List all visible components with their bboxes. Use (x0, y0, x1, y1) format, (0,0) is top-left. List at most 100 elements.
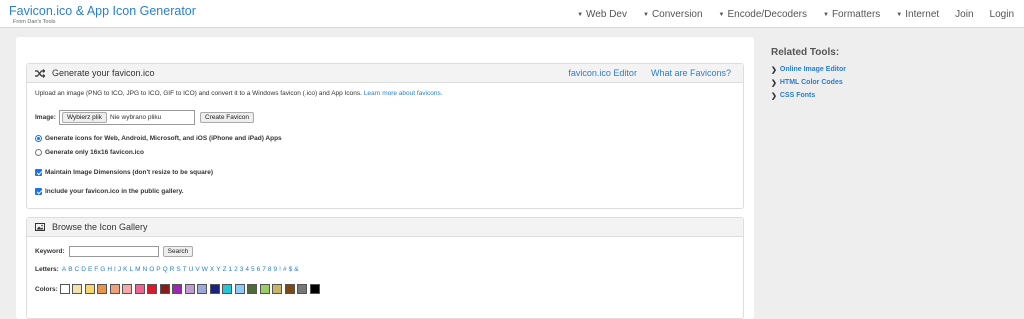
related-html-color-codes[interactable]: ❯ HTML Color Codes (771, 76, 846, 89)
choose-file-button[interactable]: Wybierz plik (61, 112, 107, 123)
letter-link[interactable]: I (114, 266, 116, 273)
color-swatch[interactable] (147, 284, 158, 294)
color-swatch[interactable] (284, 284, 295, 294)
site-subtitle: From Dan's Tools (13, 19, 56, 25)
letter-link[interactable]: 7 (262, 266, 266, 273)
related-tools: Related Tools: ❯ Online Image Editor ❯ HTM… (771, 47, 846, 102)
image-icon (35, 222, 45, 232)
letter-link[interactable]: K (123, 266, 127, 273)
related-online-image-editor[interactable]: ❯ Online Image Editor (771, 63, 846, 76)
letter-link[interactable]: U (189, 266, 194, 273)
color-swatch[interactable] (209, 284, 220, 294)
shuffle-icon (35, 68, 45, 78)
generate-panel-header: Generate your favicon.ico favicon.ico Ed… (27, 64, 743, 83)
join-link[interactable]: Join (955, 9, 973, 20)
public-gallery-option[interactable]: Include your favicon.ico in the public g… (35, 188, 184, 195)
maintain-dimensions-option[interactable]: Maintain Image Dimensions (don't resize … (35, 169, 213, 176)
letter-link[interactable]: 3 (240, 266, 244, 273)
caret-down-icon: ▼ (577, 11, 584, 18)
letter-link[interactable]: B (68, 266, 72, 273)
site-title-link[interactable]: Favicon.ico & App Icon Generator (9, 4, 196, 18)
letter-link[interactable]: W (202, 266, 208, 273)
letter-link[interactable]: 5 (251, 266, 255, 273)
letter-link[interactable]: X (210, 266, 214, 273)
letter-link[interactable]: V (195, 266, 199, 273)
color-swatch[interactable] (134, 284, 145, 294)
learn-more-link[interactable]: Learn more about favicons. (364, 90, 443, 97)
chevron-right-icon: ❯ (771, 92, 777, 100)
color-swatch[interactable] (97, 284, 108, 294)
maintain-dimensions-checkbox[interactable] (35, 169, 42, 176)
letter-link[interactable]: Y (216, 266, 220, 273)
image-label: Image: (35, 114, 56, 121)
letter-link[interactable]: G (100, 266, 105, 273)
keyword-input[interactable] (68, 246, 159, 257)
file-input[interactable]: Wybierz plik Nie wybrano pliku (58, 110, 195, 125)
login-link[interactable]: Login (990, 9, 1014, 20)
color-swatch[interactable] (184, 284, 195, 294)
letter-link[interactable]: A (62, 266, 66, 273)
letter-link[interactable]: M (135, 266, 140, 273)
browse-heading: Browse the Icon Gallery (52, 222, 148, 232)
color-swatch[interactable] (72, 284, 83, 294)
letter-link[interactable]: 8 (268, 266, 272, 273)
color-swatch[interactable] (172, 284, 183, 294)
nav-web-dev[interactable]: ▼ Web Dev (577, 9, 627, 20)
letter-link[interactable]: Z (223, 266, 227, 273)
public-gallery-checkbox[interactable] (35, 188, 42, 195)
letter-link[interactable]: 9 (274, 266, 278, 273)
color-swatch[interactable] (84, 284, 95, 294)
letter-link[interactable]: J (118, 266, 121, 273)
letter-link[interactable]: T (183, 266, 187, 273)
color-swatch[interactable] (247, 284, 258, 294)
letter-link[interactable]: S (176, 266, 180, 273)
caret-down-icon: ▼ (896, 11, 903, 18)
letter-link[interactable]: 4 (245, 266, 249, 273)
color-swatch[interactable] (309, 284, 320, 294)
top-navbar: Favicon.ico & App Icon Generator From Da… (0, 0, 1024, 28)
color-swatch[interactable] (122, 284, 133, 294)
color-swatch[interactable] (297, 284, 308, 294)
letter-link[interactable]: & (294, 266, 298, 273)
letter-link[interactable]: D (81, 266, 86, 273)
color-swatch[interactable] (222, 284, 233, 294)
search-button[interactable]: Search (162, 246, 194, 257)
create-favicon-button[interactable]: Create Favicon (199, 112, 255, 123)
nav-formatters[interactable]: ▼ Formatters (823, 9, 880, 20)
generate-heading: Generate your favicon.ico (52, 68, 155, 78)
color-swatch[interactable] (59, 284, 70, 294)
letter-link[interactable]: $ (289, 266, 293, 273)
letter-link[interactable]: 2 (234, 266, 238, 273)
color-swatch[interactable] (109, 284, 120, 294)
color-swatch[interactable] (272, 284, 283, 294)
main-content: Generate your favicon.ico favicon.ico Ed… (16, 37, 754, 319)
letter-link[interactable]: E (88, 266, 92, 273)
letter-link[interactable]: Q (163, 266, 168, 273)
letter-link[interactable]: # (283, 266, 287, 273)
option-16x16[interactable]: Generate only 16x16 favicon.ico (35, 149, 144, 156)
letter-link[interactable]: H (107, 266, 112, 273)
letter-link[interactable]: C (75, 266, 80, 273)
what-are-favicons-link[interactable]: What are Favicons? (651, 68, 731, 78)
letter-link[interactable]: 6 (257, 266, 261, 273)
letter-link[interactable]: P (156, 266, 160, 273)
letter-link[interactable]: R (170, 266, 175, 273)
nav-encode-decoders[interactable]: ▼ Encode/Decoders (719, 9, 807, 20)
color-swatch[interactable] (159, 284, 170, 294)
letter-link[interactable]: O (149, 266, 154, 273)
related-css-fonts[interactable]: ❯ CSS Fonts (771, 89, 846, 102)
option-all-platforms[interactable]: Generate icons for Web, Android, Microso… (35, 135, 282, 142)
color-swatch[interactable] (234, 284, 245, 294)
letter-link[interactable]: F (94, 266, 98, 273)
nav-conversion[interactable]: ▼ Conversion (643, 9, 703, 20)
color-swatch[interactable] (259, 284, 270, 294)
color-swatch[interactable] (197, 284, 208, 294)
nav-internet[interactable]: ▼ Internet (896, 9, 939, 20)
letter-link[interactable]: 1 (229, 266, 233, 273)
radio-16x16[interactable] (35, 149, 42, 156)
letter-link[interactable]: L (129, 266, 133, 273)
favicon-editor-link[interactable]: favicon.ico Editor (568, 68, 637, 78)
letter-link[interactable]: N (142, 266, 147, 273)
radio-all-platforms[interactable] (35, 135, 42, 142)
letter-link[interactable]: ! (279, 266, 281, 273)
